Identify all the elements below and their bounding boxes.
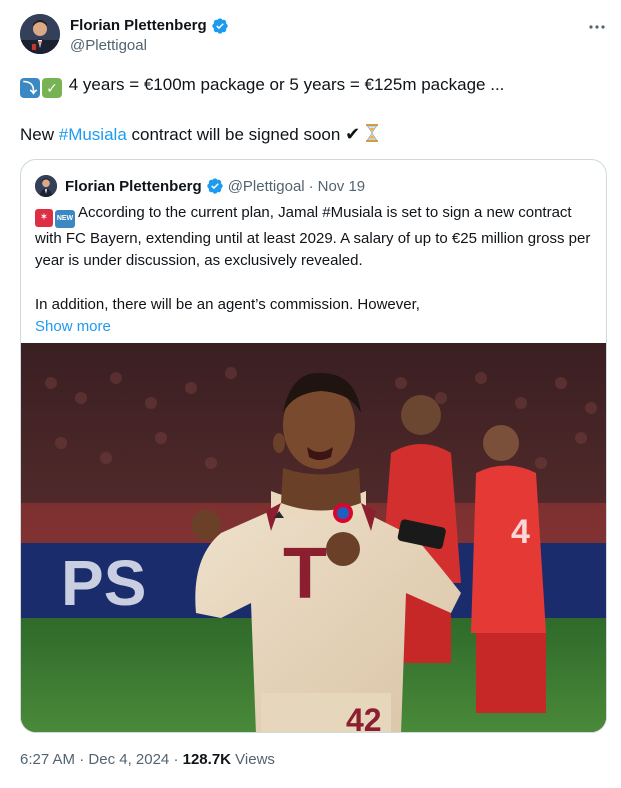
- verified-badge-icon: [212, 18, 228, 34]
- quoted-separator: ·: [308, 177, 314, 195]
- more-options-icon[interactable]: [588, 18, 606, 41]
- quoted-paragraph-2: In addition, there will be an agent’s co…: [35, 296, 420, 313]
- heavy-check-icon: ✔: [345, 124, 361, 144]
- quoted-tweet-header: Florian Plettenberg @Plettigoal · Nov 19: [35, 174, 365, 198]
- author-display-name[interactable]: Florian Plettenberg: [70, 16, 229, 36]
- author-avatar[interactable]: [20, 14, 60, 54]
- tweet-time[interactable]: 6:27 AM: [20, 751, 75, 768]
- tweet-footer: 6:27 AM · Dec 4, 2024 · 128.7K Views: [20, 750, 275, 770]
- quoted-author-avatar: [35, 175, 57, 197]
- tweet-header: Florian Plettenberg @Plettigoal: [20, 14, 610, 62]
- tweet-date[interactable]: Dec 4, 2024: [88, 751, 169, 768]
- siren-emoji-icon: ✶: [35, 209, 53, 227]
- footer-separator: ·: [75, 751, 89, 768]
- football-player-photo: PS 4 T 42: [21, 343, 606, 733]
- show-more-link[interactable]: Show more: [35, 316, 595, 338]
- tweet-line-2-prefix: New: [20, 125, 59, 144]
- arrow-down-emoji-icon: ⤵: [20, 78, 40, 98]
- tweet-line-2-suffix: contract will be signed soon: [126, 125, 346, 144]
- views-count: 128.7K: [182, 751, 231, 768]
- quoted-paragraph-1-text: According to the current plan, Jamal #Mu…: [35, 204, 591, 269]
- shirt-number: 42: [346, 702, 382, 733]
- tweet-line-1-text: 4 years = €100m package or 5 years = €12…: [68, 75, 505, 94]
- check-mark-emoji-icon: ✓: [42, 78, 62, 98]
- author-names: Florian Plettenberg @Plettigoal: [70, 16, 229, 56]
- hourglass-icon: [365, 124, 378, 142]
- svg-text:PS: PS: [61, 547, 146, 619]
- quoted-author-name: Florian Plettenberg: [65, 177, 202, 195]
- tweet-text: ⤵ ✓ 4 years = €100m package or 5 years = …: [20, 73, 605, 147]
- verified-badge-icon: [207, 178, 223, 194]
- quoted-tweet-card[interactable]: Florian Plettenberg @Plettigoal · Nov 19…: [20, 159, 607, 733]
- quoted-spacer: [35, 272, 595, 294]
- quoted-date: Nov 19: [317, 177, 366, 195]
- tweet-line-2: New #Musiala contract will be signed soo…: [20, 122, 605, 147]
- tweet-line-1: ⤵ ✓ 4 years = €100m package or 5 years = …: [20, 73, 605, 98]
- hashtag-musiala-link[interactable]: #Musiala: [59, 125, 127, 144]
- quoted-paragraph-1: ✶ NEW According to the current plan, Jamal…: [35, 202, 595, 272]
- author-handle[interactable]: @Plettigoal: [70, 36, 229, 56]
- shirt-sponsor-logo: T: [283, 534, 327, 614]
- author-name-text[interactable]: Florian Plettenberg: [70, 16, 207, 36]
- new-emoji-icon: NEW: [55, 210, 75, 228]
- tweet-spacer: [20, 98, 605, 122]
- quoted-tweet-text: ✶ NEW According to the current plan, Jamal…: [35, 202, 595, 338]
- quoted-author-handle: @Plettigoal: [227, 177, 305, 195]
- quoted-tweet-image[interactable]: PS 4 T 42: [21, 343, 606, 733]
- footer-separator: ·: [169, 751, 183, 768]
- svg-text:4: 4: [511, 513, 530, 551]
- views-label: Views: [231, 751, 275, 768]
